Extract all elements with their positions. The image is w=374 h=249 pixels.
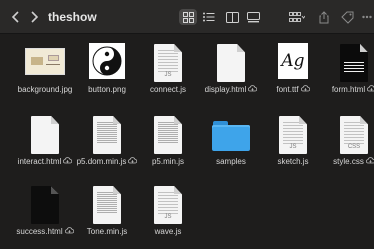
file-name-text: interact.html bbox=[17, 157, 62, 166]
more-icon bbox=[362, 15, 372, 19]
file-name-text: sketch.js bbox=[277, 157, 309, 166]
folder-icon bbox=[200, 110, 262, 154]
chevron-right-icon bbox=[31, 11, 39, 23]
file-name-text: p5.dom.min.js bbox=[76, 157, 127, 166]
file-name-text: p5.min.js bbox=[151, 157, 184, 166]
file-name-text: background.jpg bbox=[17, 85, 73, 94]
extension-label: JS bbox=[289, 144, 297, 150]
document-icon bbox=[323, 38, 374, 82]
group-icon bbox=[289, 11, 305, 22]
document-icon bbox=[200, 38, 262, 82]
file-name-text: font.ttf bbox=[276, 85, 299, 94]
icon-view-button[interactable] bbox=[179, 9, 197, 25]
document-icon bbox=[76, 110, 138, 154]
file-name-text: form.html bbox=[331, 85, 366, 94]
grid-view-icon bbox=[182, 11, 194, 23]
file-name-text: style.css bbox=[333, 157, 364, 166]
file-name-text: wave.js bbox=[154, 227, 182, 236]
forward-button[interactable] bbox=[27, 9, 41, 25]
document-icon: CSS bbox=[323, 110, 374, 154]
image-thumbnail bbox=[14, 38, 76, 82]
document-icon bbox=[14, 180, 76, 224]
document-icon: JS bbox=[137, 180, 199, 224]
yin-yang-icon bbox=[76, 38, 138, 82]
more-button[interactable] bbox=[361, 9, 373, 25]
gallery-view-icon bbox=[246, 11, 260, 22]
extension-label: JS bbox=[164, 72, 172, 78]
file-item[interactable]: form.html bbox=[323, 38, 374, 102]
document-icon bbox=[137, 110, 199, 154]
gallery-view-button[interactable] bbox=[246, 9, 260, 25]
document-icon: JS bbox=[137, 38, 199, 82]
group-button[interactable] bbox=[288, 9, 306, 25]
column-view-button[interactable] bbox=[225, 9, 239, 25]
list-view-icon bbox=[203, 12, 215, 22]
file-name-text: Tone.min.js bbox=[86, 227, 128, 236]
file-grid: background.jpg button.png JS connect.js disp… bbox=[0, 34, 374, 249]
file-name-text: success.html bbox=[16, 227, 63, 236]
extension-label: CSS bbox=[347, 144, 361, 150]
cloud-download-icon[interactable] bbox=[365, 157, 374, 166]
file-name: form.html bbox=[313, 85, 374, 94]
share-button[interactable] bbox=[318, 9, 330, 25]
back-button[interactable] bbox=[9, 9, 23, 25]
file-name-text: connect.js bbox=[149, 85, 187, 94]
file-name: style.css bbox=[313, 157, 374, 166]
tag-icon bbox=[340, 11, 353, 24]
tag-button[interactable] bbox=[340, 9, 354, 25]
file-name-text: display.html bbox=[204, 85, 247, 94]
file-name-text: button.png bbox=[88, 85, 126, 94]
finder-toolbar: theshow bbox=[0, 0, 374, 34]
document-icon bbox=[76, 180, 138, 224]
list-view-button[interactable] bbox=[202, 9, 216, 25]
file-item[interactable]: JS wave.js bbox=[137, 180, 199, 244]
chevron-left-icon bbox=[11, 11, 19, 23]
column-view-icon bbox=[225, 11, 239, 23]
document-icon bbox=[14, 110, 76, 154]
window-title: theshow bbox=[48, 10, 97, 24]
file-item[interactable]: CSS style.css bbox=[323, 110, 374, 174]
file-name: wave.js bbox=[127, 227, 209, 236]
document-icon: JS bbox=[262, 110, 324, 154]
file-name-text: samples bbox=[216, 157, 246, 166]
cloud-download-icon[interactable] bbox=[367, 85, 374, 94]
extension-label: JS bbox=[164, 214, 172, 220]
share-icon bbox=[319, 10, 329, 23]
cloud-download-icon[interactable] bbox=[300, 85, 310, 94]
font-preview-icon: Ag bbox=[262, 38, 324, 82]
